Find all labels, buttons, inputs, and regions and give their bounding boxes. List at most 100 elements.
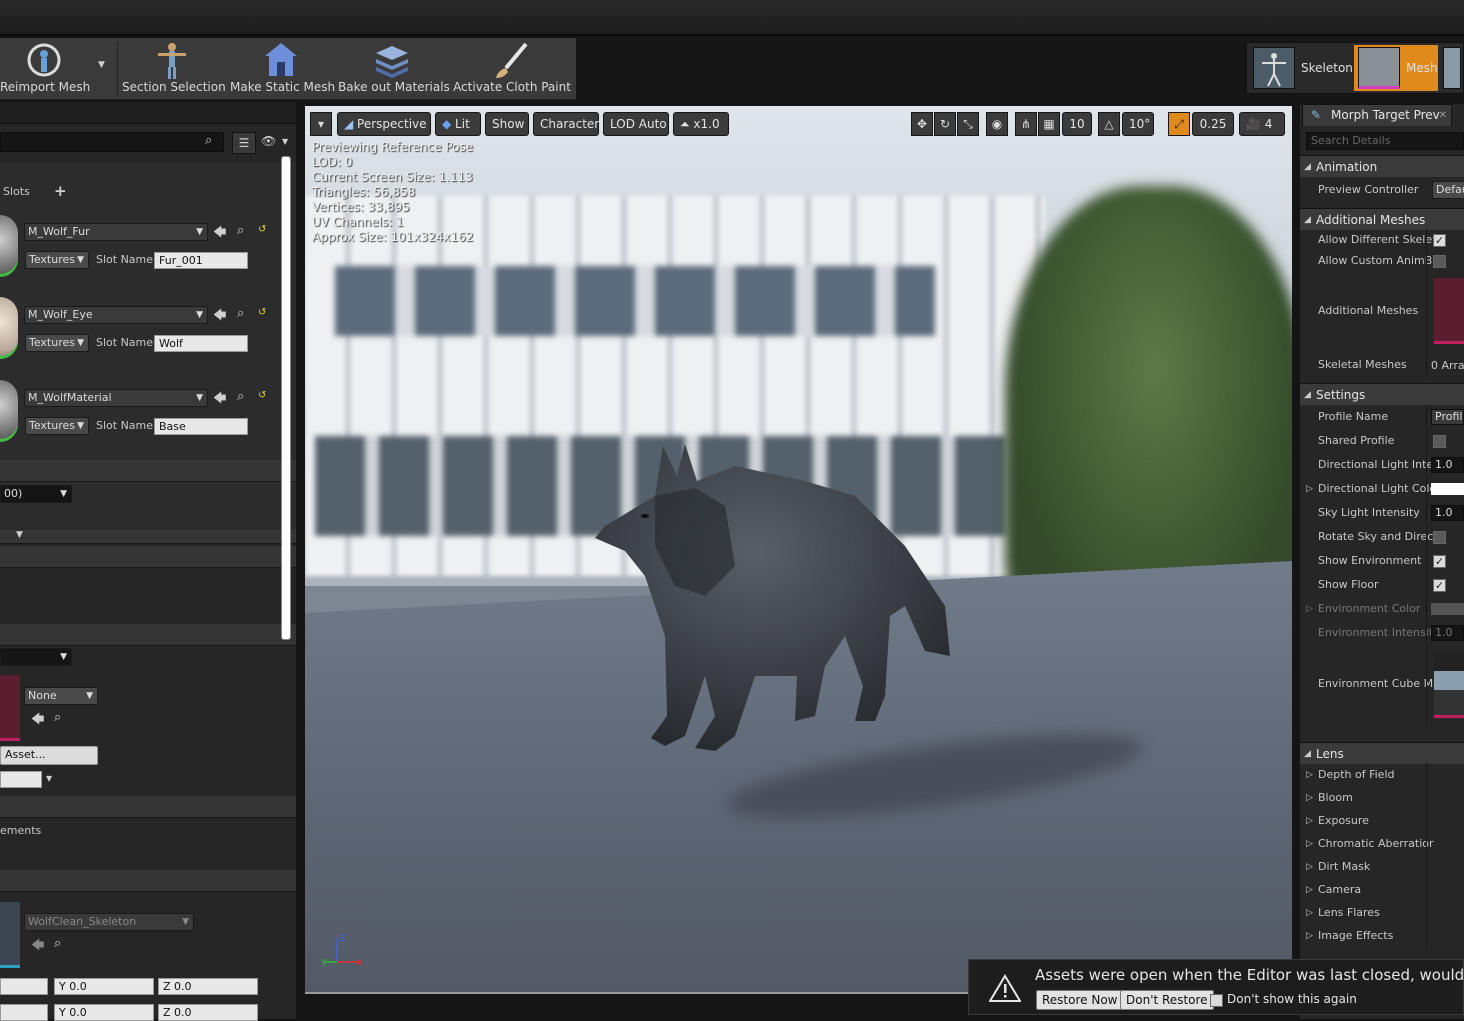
eye-dropdown-icon[interactable]: ▼ — [282, 137, 288, 146]
browse-icon[interactable]: ⌕ — [237, 306, 244, 321]
shared-profile-checkbox[interactable] — [1433, 435, 1446, 448]
dropdown-arrow-icon[interactable]: ▼ — [46, 774, 52, 783]
browse-icon[interactable]: ⌕ — [54, 936, 61, 951]
details-search-input[interactable] — [0, 132, 224, 152]
bake-materials-button[interactable]: Bake out Materials — [338, 38, 450, 98]
lens-item-dirt-mask[interactable]: ▷ Dirt Mask — [1300, 855, 1464, 879]
expand-arrow-icon[interactable]: ▼ — [16, 530, 23, 540]
lens-item-image-effects[interactable]: ▷ Image Effects — [1300, 924, 1464, 948]
z-input-2[interactable]: Z 0.0 — [158, 1004, 258, 1021]
allow-different-skeleton-checkbox[interactable]: ✓ — [1433, 234, 1446, 247]
y-input-1[interactable]: Y 0.0 — [54, 978, 154, 995]
search-details-input[interactable]: Search Details — [1306, 132, 1464, 150]
wolf-mesh[interactable] — [585, 436, 965, 766]
skeleton-combo[interactable]: WolfClean_Skeleton ▼ — [24, 913, 194, 931]
grid-size-button[interactable]: 10 — [1062, 112, 1092, 136]
directional-light-intensity-input[interactable]: 1.0 — [1431, 457, 1464, 473]
scale-size-button[interactable]: 0.25 — [1192, 112, 1234, 136]
rotate-icon[interactable]: ↻ — [934, 112, 956, 136]
world-local-icon[interactable]: ◉ — [986, 112, 1008, 136]
none-combo[interactable]: None ▼ — [24, 687, 98, 705]
reimport-mesh-button[interactable]: Reimport Mesh — [0, 38, 90, 98]
textures-combo-fur[interactable]: Textures ▼ — [25, 251, 89, 269]
reimport-dropdown-icon[interactable]: ▼ — [98, 60, 105, 70]
sky-light-intensity-input[interactable]: 1.0 — [1431, 505, 1464, 521]
lod-button[interactable]: LOD Auto — [603, 112, 669, 136]
rotate-sky-checkbox[interactable] — [1433, 531, 1446, 544]
small-value-input[interactable] — [0, 771, 42, 788]
activate-cloth-paint-button[interactable]: Activate Cloth Paint — [452, 38, 572, 98]
asset-button[interactable]: Asset... — [0, 746, 98, 765]
textures-combo-base[interactable]: Textures ▼ — [25, 417, 89, 435]
environment-cube-map-thumbnail[interactable] — [1434, 652, 1464, 718]
scale-snap-icon[interactable]: ⤢ — [1168, 112, 1190, 136]
add-slot-icon[interactable]: + — [54, 182, 67, 200]
rotation-size-button[interactable]: 10° — [1122, 112, 1154, 136]
dont-restore-button[interactable]: Don't Restore — [1120, 990, 1214, 1010]
use-selected-icon[interactable]: 🡄 — [31, 710, 44, 732]
show-button[interactable]: Show — [485, 112, 529, 136]
camera-speed-button[interactable]: 🎥 4 — [1239, 112, 1285, 136]
directional-light-color-swatch[interactable] — [1431, 483, 1464, 495]
y-input-2[interactable]: Y 0.0 — [54, 1004, 154, 1021]
eye-icon[interactable]: 👁 — [261, 134, 276, 148]
details-scrollbar[interactable] — [281, 156, 291, 640]
lens-item-depth-of-field[interactable]: ▷ Depth of Field — [1300, 763, 1464, 787]
browse-icon[interactable]: ⌕ — [54, 710, 61, 725]
profile-name-input[interactable]: Profil — [1431, 409, 1464, 425]
dont-show-again-checkbox[interactable] — [1210, 994, 1223, 1007]
restore-now-button[interactable]: Restore Now — [1036, 990, 1124, 1010]
tab-morph-target-preview[interactable]: ✎ Morph Target Prev ✕ — [1302, 104, 1452, 126]
make-static-mesh-button[interactable]: Make Static Mesh — [230, 38, 335, 98]
show-environment-checkbox[interactable]: ✓ — [1433, 555, 1446, 568]
expand-arrow-icon[interactable]: ▷ — [1306, 597, 1313, 621]
use-selected-icon[interactable]: 🡄 — [31, 936, 44, 958]
use-selected-icon[interactable]: 🡄 — [213, 389, 226, 411]
viewport-options-button[interactable]: ▾ — [310, 112, 332, 136]
use-selected-icon[interactable]: 🡄 — [213, 223, 226, 245]
slot-name-input-fur[interactable]: Fur_001 — [154, 252, 248, 269]
material-combo-fur[interactable]: M_Wolf_Fur ▼ — [24, 223, 208, 241]
playback-speed-button[interactable]: ⏶ x1.0 — [673, 112, 729, 136]
character-button[interactable]: Character — [533, 112, 599, 136]
animation-category[interactable]: ◢ Animation — [1300, 155, 1464, 177]
scale-icon[interactable]: ⤡ — [957, 112, 979, 136]
browse-icon[interactable]: ⌕ — [237, 223, 244, 238]
mode-skeleton[interactable]: Skeleton — [1249, 45, 1353, 91]
perspective-button[interactable]: ◢ Perspective — [337, 112, 431, 136]
additional-meshes-thumbnail[interactable] — [1434, 278, 1464, 344]
rotation-snap-icon[interactable]: △ — [1098, 112, 1120, 136]
allow-custom-animbp-checkbox[interactable] — [1433, 255, 1446, 268]
lod-combo[interactable]: 00) ▼ — [0, 485, 72, 503]
lens-item-exposure[interactable]: ▷ Exposure — [1300, 809, 1464, 833]
view-options-icon[interactable]: ☰ — [232, 132, 256, 154]
textures-combo-eye[interactable]: Textures ▼ — [25, 334, 89, 352]
translate-icon[interactable]: ✥ — [911, 112, 933, 136]
reset-icon[interactable]: ↺ — [258, 224, 266, 235]
environment-intensity-input[interactable]: 1.0 — [1431, 625, 1464, 641]
preview-controller-combo[interactable]: Defau — [1432, 181, 1464, 199]
lens-item-chromatic-aberration[interactable]: ▷ Chromatic Aberratior — [1300, 832, 1464, 856]
x-input-2[interactable] — [0, 1004, 48, 1021]
slot-name-input-base[interactable]: Base — [154, 418, 248, 435]
lens-category[interactable]: ◢ Lens — [1300, 742, 1464, 764]
settings-category[interactable]: ◢ Settings — [1300, 383, 1464, 405]
lens-item-lens-flares[interactable]: ▷ Lens Flares — [1300, 901, 1464, 925]
use-selected-icon[interactable]: 🡄 — [213, 306, 226, 328]
mode-mesh[interactable]: Mesh — [1354, 45, 1438, 91]
close-icon[interactable]: ✕ — [1439, 105, 1447, 126]
material-combo-eye[interactable]: M_Wolf_Eye ▼ — [24, 306, 208, 324]
grid-snap-icon[interactable]: ▦ — [1038, 112, 1060, 136]
z-input-1[interactable]: Z 0.0 — [158, 978, 258, 995]
slot-name-input-eye[interactable]: Wolf — [154, 335, 248, 352]
show-floor-checkbox[interactable]: ✓ — [1433, 579, 1446, 592]
lit-button[interactable]: ◆ Lit — [435, 112, 481, 136]
reset-icon[interactable]: ↺ — [258, 307, 266, 318]
surface-snap-icon[interactable]: ⋔ — [1015, 112, 1037, 136]
preview-viewport[interactable]: ▾ ◢ Perspective ◆ Lit Show Character LOD… — [305, 106, 1292, 994]
expand-arrow-icon[interactable]: ▷ — [1306, 477, 1313, 501]
mode-next[interactable] — [1443, 45, 1463, 91]
section-selection-button[interactable]: Section Selection — [122, 38, 226, 98]
additional-meshes-category[interactable]: ◢ Additional Meshes — [1300, 208, 1464, 230]
material-combo-base[interactable]: M_WolfMaterial ▼ — [24, 389, 208, 407]
